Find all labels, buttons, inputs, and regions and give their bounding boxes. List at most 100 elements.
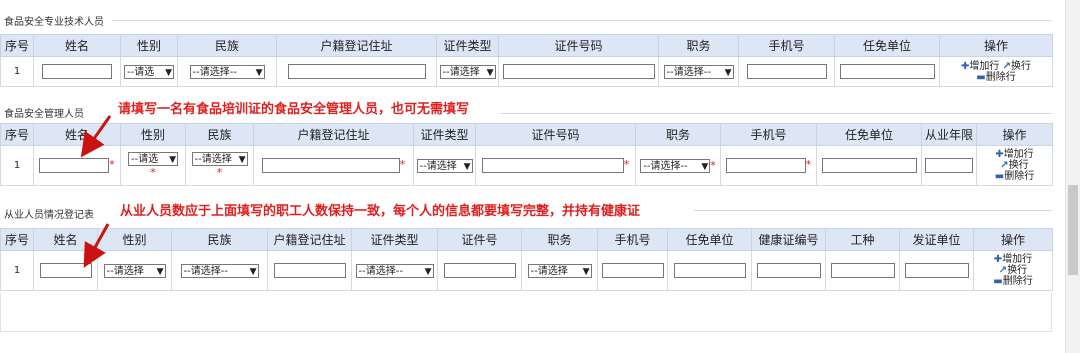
col-header: 性别 [97, 228, 172, 251]
chevron-down-icon: ▼ [249, 266, 257, 277]
appointing-unit-input[interactable] [673, 263, 746, 278]
col-header: 职务 [635, 123, 721, 146]
delete-row-button[interactable]: ▬删除行 [993, 276, 1032, 287]
table-row: 1 --请选 ▼ --请选择-- ▼ --请选择 ▼ --请选择-- ▼ ✚增加行 ↗换… [0, 56, 1053, 87]
add-row-button[interactable]: ✚增加行 [995, 149, 1033, 160]
position-select[interactable]: --请选择-- ▼ [663, 64, 734, 79]
chevron-down-icon: ▼ [486, 67, 494, 78]
phone-input[interactable] [725, 158, 806, 173]
years-of-employment-input[interactable] [925, 158, 973, 173]
ethnic-select[interactable]: --请选择-- ▼ [189, 64, 265, 79]
chevron-down-icon: ▼ [701, 161, 709, 172]
chevron-down-icon: ▼ [724, 67, 732, 78]
ethnic-select[interactable]: --请选择 ▼ [191, 152, 248, 166]
col-header: 证件类型 [413, 123, 476, 146]
id-type-select[interactable]: --请选择 ▼ [439, 64, 496, 79]
col-header: 健康证编号 [751, 228, 826, 251]
id-type-select[interactable]: --请选择 ▼ [416, 158, 473, 173]
phone-input[interactable] [601, 263, 664, 278]
scrollbar-thumb[interactable] [1068, 185, 1078, 275]
id-type-select[interactable]: --请选择-- ▼ [355, 263, 434, 278]
chevron-down-icon: ▼ [238, 155, 246, 165]
section-divider [500, 113, 1052, 114]
job-type-input[interactable] [830, 263, 895, 278]
delete-row-button[interactable]: ▬删除行 [976, 72, 1015, 83]
instruction-note: 从业人员数应于上面填写的职工人数保持一致，每个人的信息都要填写完整，并持有健康证 [120, 204, 641, 219]
gender-select[interactable]: --请选 ▼ [128, 152, 178, 166]
section-title: 食品安全专业技术人员 [4, 17, 104, 28]
arrow-turn-icon: ↗ [1000, 160, 1009, 171]
technical-staff-table: 序号 姓名 性别 民族 户籍登记住址 证件类型 证件号码 职务 手机号 任免单位… [0, 34, 1053, 87]
phone-input[interactable] [746, 64, 827, 79]
col-header: 民族 [171, 228, 268, 251]
chevron-down-icon: ▼ [165, 67, 172, 78]
position-select[interactable]: --请选择-- ▼ [640, 158, 711, 173]
col-header: 序号 [0, 34, 34, 57]
add-row-button[interactable]: ✚增加行 [961, 61, 999, 72]
new-line-button[interactable]: ↗换行 [999, 265, 1027, 276]
vertical-scrollbar[interactable] [1065, 0, 1080, 353]
col-header: 户籍登记住址 [276, 34, 437, 57]
health-cert-number-input[interactable] [756, 263, 821, 278]
required-marker: * [216, 166, 223, 179]
section-title: 食品安全管理人员 [4, 109, 84, 120]
delete-row-button[interactable]: ▬删除行 [995, 171, 1034, 182]
issuing-unit-input[interactable] [904, 263, 969, 278]
col-header: 证件号 [437, 228, 522, 251]
row-number: 1 [0, 56, 34, 87]
col-header: 职务 [658, 34, 739, 57]
position-select[interactable]: --请选择 ▼ [527, 263, 592, 278]
id-number-input[interactable] [481, 158, 624, 173]
address-input[interactable] [287, 64, 426, 79]
col-header: 民族 [177, 34, 277, 57]
appointing-unit-input[interactable] [821, 158, 917, 173]
address-input[interactable] [273, 263, 346, 278]
section-title: 从业人员情况登记表 [4, 210, 94, 221]
id-number-input[interactable] [443, 263, 516, 278]
add-row-button[interactable]: ✚增加行 [994, 254, 1032, 265]
ethnic-select[interactable]: --请选择-- ▼ [180, 263, 259, 278]
col-header: 操作 [976, 123, 1053, 146]
table-header-row: 序号 姓名 性别 民族 户籍登记住址 证件类型 证件号码 职务 手机号 任免单位… [0, 34, 1053, 57]
id-number-input[interactable] [502, 64, 655, 79]
col-header: 从业年限 [921, 123, 977, 146]
section-divider [694, 210, 1052, 211]
col-header: 任免单位 [816, 123, 922, 146]
instruction-note: 请填写一名有食品培训证的食品安全管理人员，也可无需填写 [118, 102, 470, 117]
chevron-down-icon: ▼ [255, 67, 263, 78]
col-header: 证件类型 [436, 34, 499, 57]
arrow-turn-icon: ↗ [1002, 60, 1011, 72]
new-line-button[interactable]: ↗换行 [1003, 61, 1031, 72]
col-header: 证件类型 [351, 228, 438, 251]
section-employee-registration: 从业人员情况登记表 从业人员数应于上面填写的职工人数保持一致，每个人的信息都要填… [0, 198, 1053, 333]
col-header: 序号 [0, 123, 34, 146]
col-header: 性别 [120, 34, 178, 57]
address-input[interactable] [261, 158, 400, 173]
col-header: 户籍登记住址 [267, 228, 352, 251]
col-header: 操作 [973, 228, 1053, 251]
col-header: 手机号 [738, 34, 835, 57]
col-header: 证件号码 [498, 34, 659, 57]
required-marker: * [710, 158, 716, 172]
col-header: 民族 [185, 123, 254, 146]
plus-icon: ✚ [995, 149, 1004, 160]
col-header: 姓名 [33, 228, 98, 251]
chevron-down-icon: ▼ [156, 266, 164, 277]
minus-icon: ▬ [994, 171, 1005, 182]
appointing-unit-input[interactable] [839, 64, 935, 79]
gender-select[interactable]: --请选择 ▼ [103, 263, 166, 278]
col-header: 职务 [521, 228, 598, 251]
col-header: 户籍登记住址 [253, 123, 414, 146]
col-header: 任免单位 [834, 34, 940, 57]
gender-select[interactable]: --请选 ▼ [124, 64, 174, 79]
col-header: 任免单位 [667, 228, 752, 251]
col-header: 工种 [825, 228, 900, 251]
name-input[interactable] [39, 158, 110, 173]
new-line-button[interactable]: ↗换行 [1000, 160, 1028, 171]
name-input[interactable] [42, 64, 112, 79]
managers-table: 序号 姓名 性别 民族 户籍登记住址 证件类型 证件号码 职务 手机号 任免单位… [0, 123, 1053, 186]
section-food-safety-managers: 食品安全管理人员 请填写一名有食品培训证的食品安全管理人员，也可无需填写 序号 … [0, 96, 1053, 192]
col-header: 发证单位 [899, 228, 974, 251]
chevron-down-icon: ▼ [463, 161, 471, 172]
name-input[interactable] [39, 263, 92, 278]
